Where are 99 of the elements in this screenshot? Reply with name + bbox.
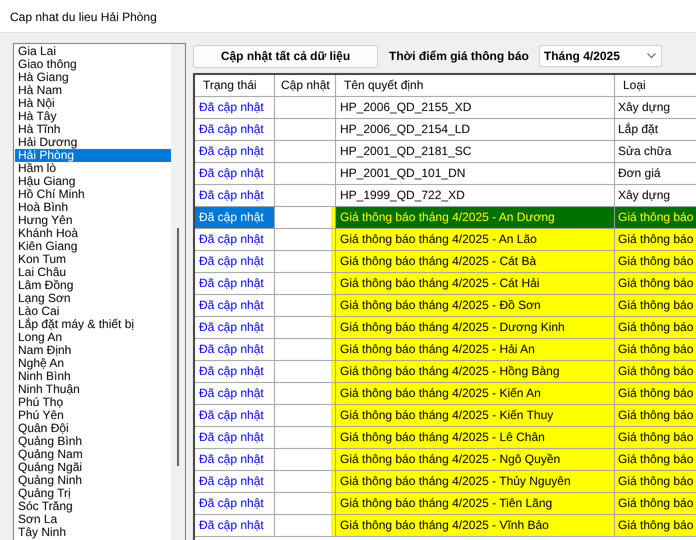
decision-name-cell: Giá thông báo tháng 4/2025 - Kiến Thuy (336, 405, 615, 426)
list-item[interactable]: Lào Cai (15, 305, 171, 318)
status-cell: Đã cập nhật (195, 207, 275, 228)
type-cell: Giá thông báo (615, 471, 696, 492)
list-item[interactable]: Ninh Bình (15, 370, 171, 383)
status-cell: Đã cập nhật (195, 427, 275, 448)
column-header[interactable]: Tên quyết định (336, 75, 615, 96)
list-item[interactable]: Quân Đội (15, 422, 171, 435)
decision-name-cell: Giá thông báo tháng 4/2025 - Thủy Nguyên (336, 471, 615, 492)
status-cell: Đã cập nhật (195, 163, 275, 184)
status-cell: Đã cập nhật (195, 295, 275, 316)
list-item[interactable]: Hà Tĩnh (15, 123, 171, 136)
status-cell: Đã cập nhật (195, 383, 275, 404)
status-cell: Đã cập nhật (195, 141, 275, 162)
list-item[interactable]: Kon Tum (15, 253, 171, 266)
status-cell: Đã cập nhật (195, 229, 275, 250)
column-header[interactable]: Trạng thái (195, 75, 275, 96)
list-item[interactable]: Hà Nội (15, 97, 171, 110)
decision-name-cell: Giá thông báo tháng 4/2025 - Lê Chân (336, 427, 615, 448)
list-item[interactable]: Nghệ An (15, 357, 171, 370)
scrollbar[interactable] (171, 44, 185, 540)
decision-name-cell: Giá thông báo tháng 4/2025 - Dương Kinh (336, 317, 615, 338)
type-cell: Giá thông báo (615, 383, 696, 404)
list-item[interactable]: Hà Tây (15, 110, 171, 123)
column-header[interactable]: Cập nhật (275, 75, 336, 96)
window-title: Cap nhat du lieu Hải Phòng (0, 0, 696, 33)
decision-name-cell: Giá thông báo tháng 4/2025 - An Dương (336, 207, 615, 228)
list-item[interactable]: Hải Dương (15, 136, 171, 149)
list-item[interactable]: Giao thông (15, 58, 171, 71)
status-cell: Đã cập nhật (195, 515, 275, 536)
list-item[interactable]: Quảng Ninh (15, 474, 171, 487)
type-cell: Giá thông báo (615, 317, 696, 338)
list-item[interactable]: Ninh Thuận (15, 383, 171, 396)
list-item[interactable]: Long An (15, 331, 171, 344)
list-item[interactable]: Quảng Ngãi (15, 461, 171, 474)
decision-name-cell: Giá thông báo tháng 4/2025 - Đồ Sơn (336, 295, 615, 316)
list-item[interactable]: Lắp đặt máy & thiết bị (15, 318, 171, 331)
column-header[interactable]: Loại (615, 75, 696, 96)
list-item[interactable]: Hầm lò (15, 162, 171, 175)
list-item[interactable]: Quảng Nam (15, 448, 171, 461)
status-cell: Đã cập nhật (195, 339, 275, 360)
decision-name-cell: Giá thông báo tháng 4/2025 - Kiến An (336, 383, 615, 404)
list-item[interactable]: Hà Nam (15, 84, 171, 97)
period-label: Thời điểm giá thông báo (389, 48, 529, 65)
decision-name-cell: Giá thông báo tháng 4/2025 - Ngô Quyền (336, 449, 615, 470)
list-item[interactable]: Sóc Trăng (15, 500, 171, 513)
list-item[interactable]: Hưng Yên (15, 214, 171, 227)
status-cell: Đã cập nhật (195, 273, 275, 294)
list-item[interactable]: Phú Thọ (15, 396, 171, 409)
list-item[interactable]: Tây Ninh (15, 526, 171, 539)
decision-name-cell: Giá thông báo tháng 4/2025 - An Lão (336, 229, 615, 250)
type-cell: Giá thông báo (615, 295, 696, 316)
list-item[interactable]: Gia Lai (15, 45, 171, 58)
type-cell: Giá thông báo (615, 427, 696, 448)
decision-name-cell: Giá thông báo tháng 4/2025 - Vĩnh Bảo (336, 515, 615, 536)
decision-name-cell: Giá thông báo tháng 4/2025 - Hải An (336, 339, 615, 360)
status-cell: Đã cập nhật (195, 405, 275, 426)
decision-name-cell: Giá thông báo tháng 4/2025 - Cát Bà (336, 251, 615, 272)
type-cell: Giá thông báo (615, 207, 696, 228)
type-cell: Giá thông báo (615, 449, 696, 470)
status-cell: Đã cập nhật (195, 185, 275, 206)
status-cell: Đã cập nhật (195, 471, 275, 492)
list-item[interactable]: Hoà Bình (15, 201, 171, 214)
type-cell: Giá thông báo (615, 515, 696, 536)
list-item[interactable]: Hậu Giang (15, 175, 171, 188)
status-cell: Đã cập nhật (195, 251, 275, 272)
list-item[interactable]: Hải Phòng (15, 149, 171, 162)
list-item[interactable]: Hà Giang (15, 71, 171, 84)
list-item[interactable]: Hồ Chí Minh (15, 188, 171, 201)
list-item[interactable]: Nam Định (15, 344, 171, 357)
type-cell: Giá thông báo (615, 251, 696, 272)
status-cell: Đã cập nhật (195, 119, 275, 140)
status-cell: Đã cập nhật (195, 97, 275, 118)
list-item[interactable]: Quảng Bình (15, 435, 171, 448)
list-item[interactable]: Phú Yên (15, 409, 171, 422)
update-all-button[interactable]: Cập nhật tất cả dữ liệu (193, 44, 378, 68)
type-cell: Giá thông báo (615, 229, 696, 250)
type-cell: Giá thông báo (615, 405, 696, 426)
list-item[interactable]: Lâm Đồng (15, 279, 171, 292)
decision-name-cell: Giá thông báo tháng 4/2025 - Tiên Lãng (336, 493, 615, 514)
status-cell: Đã cập nhật (195, 493, 275, 514)
period-select[interactable]: Tháng 4/2025 (538, 45, 662, 67)
decision-name-cell: Giá thông báo tháng 4/2025 - Hồng Bàng (336, 361, 615, 382)
status-cell: Đã cập nhật (195, 317, 275, 338)
type-cell: Giá thông báo (615, 493, 696, 514)
list-item[interactable]: Sơn La (15, 513, 171, 526)
type-cell: Giá thông báo (615, 361, 696, 382)
list-item[interactable]: Lạng Sơn (15, 292, 171, 305)
status-cell: Đã cập nhật (195, 361, 275, 382)
list-item[interactable]: Quảng Trị (15, 487, 171, 500)
list-item[interactable]: Khánh Hoà (15, 227, 171, 240)
province-list[interactable] (13, 43, 186, 540)
status-cell: Đã cập nhật (195, 449, 275, 470)
list-item[interactable]: Lai Châu (15, 266, 171, 279)
chevron-down-icon (646, 53, 656, 59)
type-cell: Giá thông báo (615, 339, 696, 360)
type-cell: Giá thông báo (615, 273, 696, 294)
list-item[interactable]: Kiên Giang (15, 240, 171, 253)
decision-name-cell: Giá thông báo tháng 4/2025 - Cát Hải (336, 273, 615, 294)
